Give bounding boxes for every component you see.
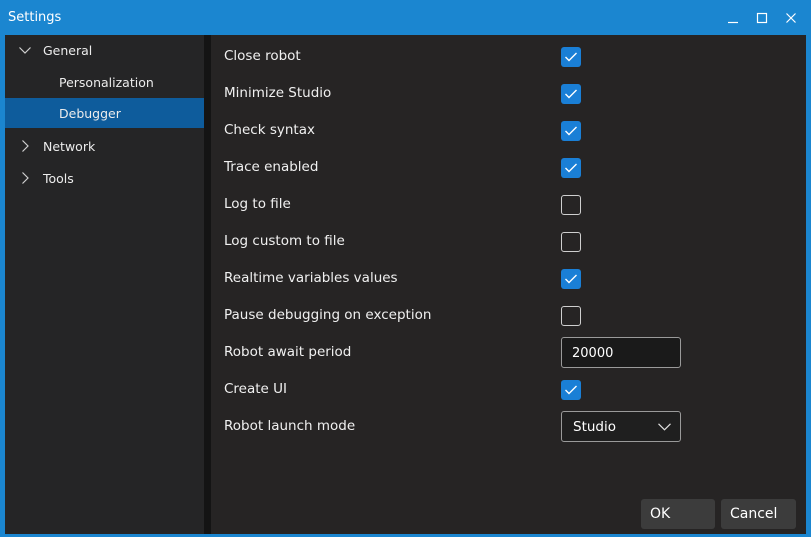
- pause-on-exception-label: Pause debugging on exception: [224, 307, 432, 323]
- cancel-button[interactable]: Cancel: [721, 499, 796, 529]
- robot-await-period-input[interactable]: 20000: [561, 337, 681, 368]
- close-robot-label: Close robot: [224, 48, 301, 64]
- robot-await-period-value: 20000: [572, 346, 614, 361]
- checkmark-icon: [565, 89, 577, 99]
- robot-launch-mode-label: Robot launch mode: [224, 418, 356, 434]
- maximize-button[interactable]: [751, 7, 773, 29]
- tree-item-tools[interactable]: Tools: [5, 163, 204, 193]
- minimize-studio-label: Minimize Studio: [224, 85, 332, 101]
- log-custom-to-file-checkbox[interactable]: [561, 232, 581, 252]
- tree-item-general[interactable]: General: [5, 35, 204, 65]
- tree-item-debugger[interactable]: Debugger: [5, 98, 204, 128]
- robot-await-period-label: Robot await period: [224, 344, 352, 360]
- realtime-variables-label: Realtime variables values: [224, 270, 398, 286]
- title-bar[interactable]: Settings: [0, 0, 811, 35]
- tree-item-label: General: [43, 43, 93, 58]
- pause-on-exception-checkbox[interactable]: [561, 306, 581, 326]
- checkmark-icon: [565, 52, 577, 62]
- settings-window: Settings General Personalization Debugge…: [0, 0, 811, 537]
- checkmark-icon: [565, 274, 577, 284]
- debugger-settings-panel: Close robot Minimize Studio Check syntax…: [211, 35, 806, 534]
- ok-button-label: OK: [650, 506, 671, 522]
- log-custom-to-file-label: Log custom to file: [224, 233, 345, 249]
- checkmark-icon: [565, 163, 577, 173]
- robot-launch-mode-value: Studio: [573, 419, 616, 435]
- panel-splitter[interactable]: [204, 35, 211, 534]
- robot-launch-mode-select[interactable]: Studio: [561, 411, 681, 442]
- window-title: Settings: [8, 10, 62, 25]
- realtime-variables-checkbox[interactable]: [561, 269, 581, 289]
- log-to-file-checkbox[interactable]: [561, 195, 581, 215]
- minimize-icon: [728, 21, 738, 24]
- tree-item-label: Tools: [43, 171, 74, 186]
- tree-item-label: Network: [43, 139, 96, 154]
- settings-client-area: General Personalization Debugger Network…: [5, 35, 806, 534]
- close-button[interactable]: [780, 7, 802, 29]
- tree-item-personalization[interactable]: Personalization: [5, 67, 204, 97]
- close-robot-checkbox[interactable]: [561, 47, 581, 67]
- check-syntax-checkbox[interactable]: [561, 121, 581, 141]
- trace-enabled-label: Trace enabled: [224, 159, 319, 175]
- maximize-icon: [756, 12, 768, 24]
- chevron-down-icon: [658, 423, 671, 431]
- log-to-file-label: Log to file: [224, 196, 291, 212]
- create-ui-label: Create UI: [224, 381, 288, 397]
- minimize-button[interactable]: [722, 7, 744, 29]
- cancel-button-label: Cancel: [730, 506, 778, 522]
- checkmark-icon: [565, 385, 577, 395]
- checkmark-icon: [565, 126, 577, 136]
- create-ui-checkbox[interactable]: [561, 380, 581, 400]
- chevron-right-icon: [22, 172, 29, 184]
- tree-item-network[interactable]: Network: [5, 131, 204, 161]
- chevron-down-icon: [19, 47, 31, 54]
- settings-tree: General Personalization Debugger Network…: [5, 35, 204, 534]
- ok-button[interactable]: OK: [641, 499, 715, 529]
- chevron-right-icon: [22, 140, 29, 152]
- minimize-studio-checkbox[interactable]: [561, 84, 581, 104]
- tree-item-label: Personalization: [59, 75, 154, 90]
- check-syntax-label: Check syntax: [224, 122, 315, 138]
- trace-enabled-checkbox[interactable]: [561, 158, 581, 178]
- tree-item-label: Debugger: [59, 106, 121, 121]
- close-icon: [786, 13, 796, 23]
